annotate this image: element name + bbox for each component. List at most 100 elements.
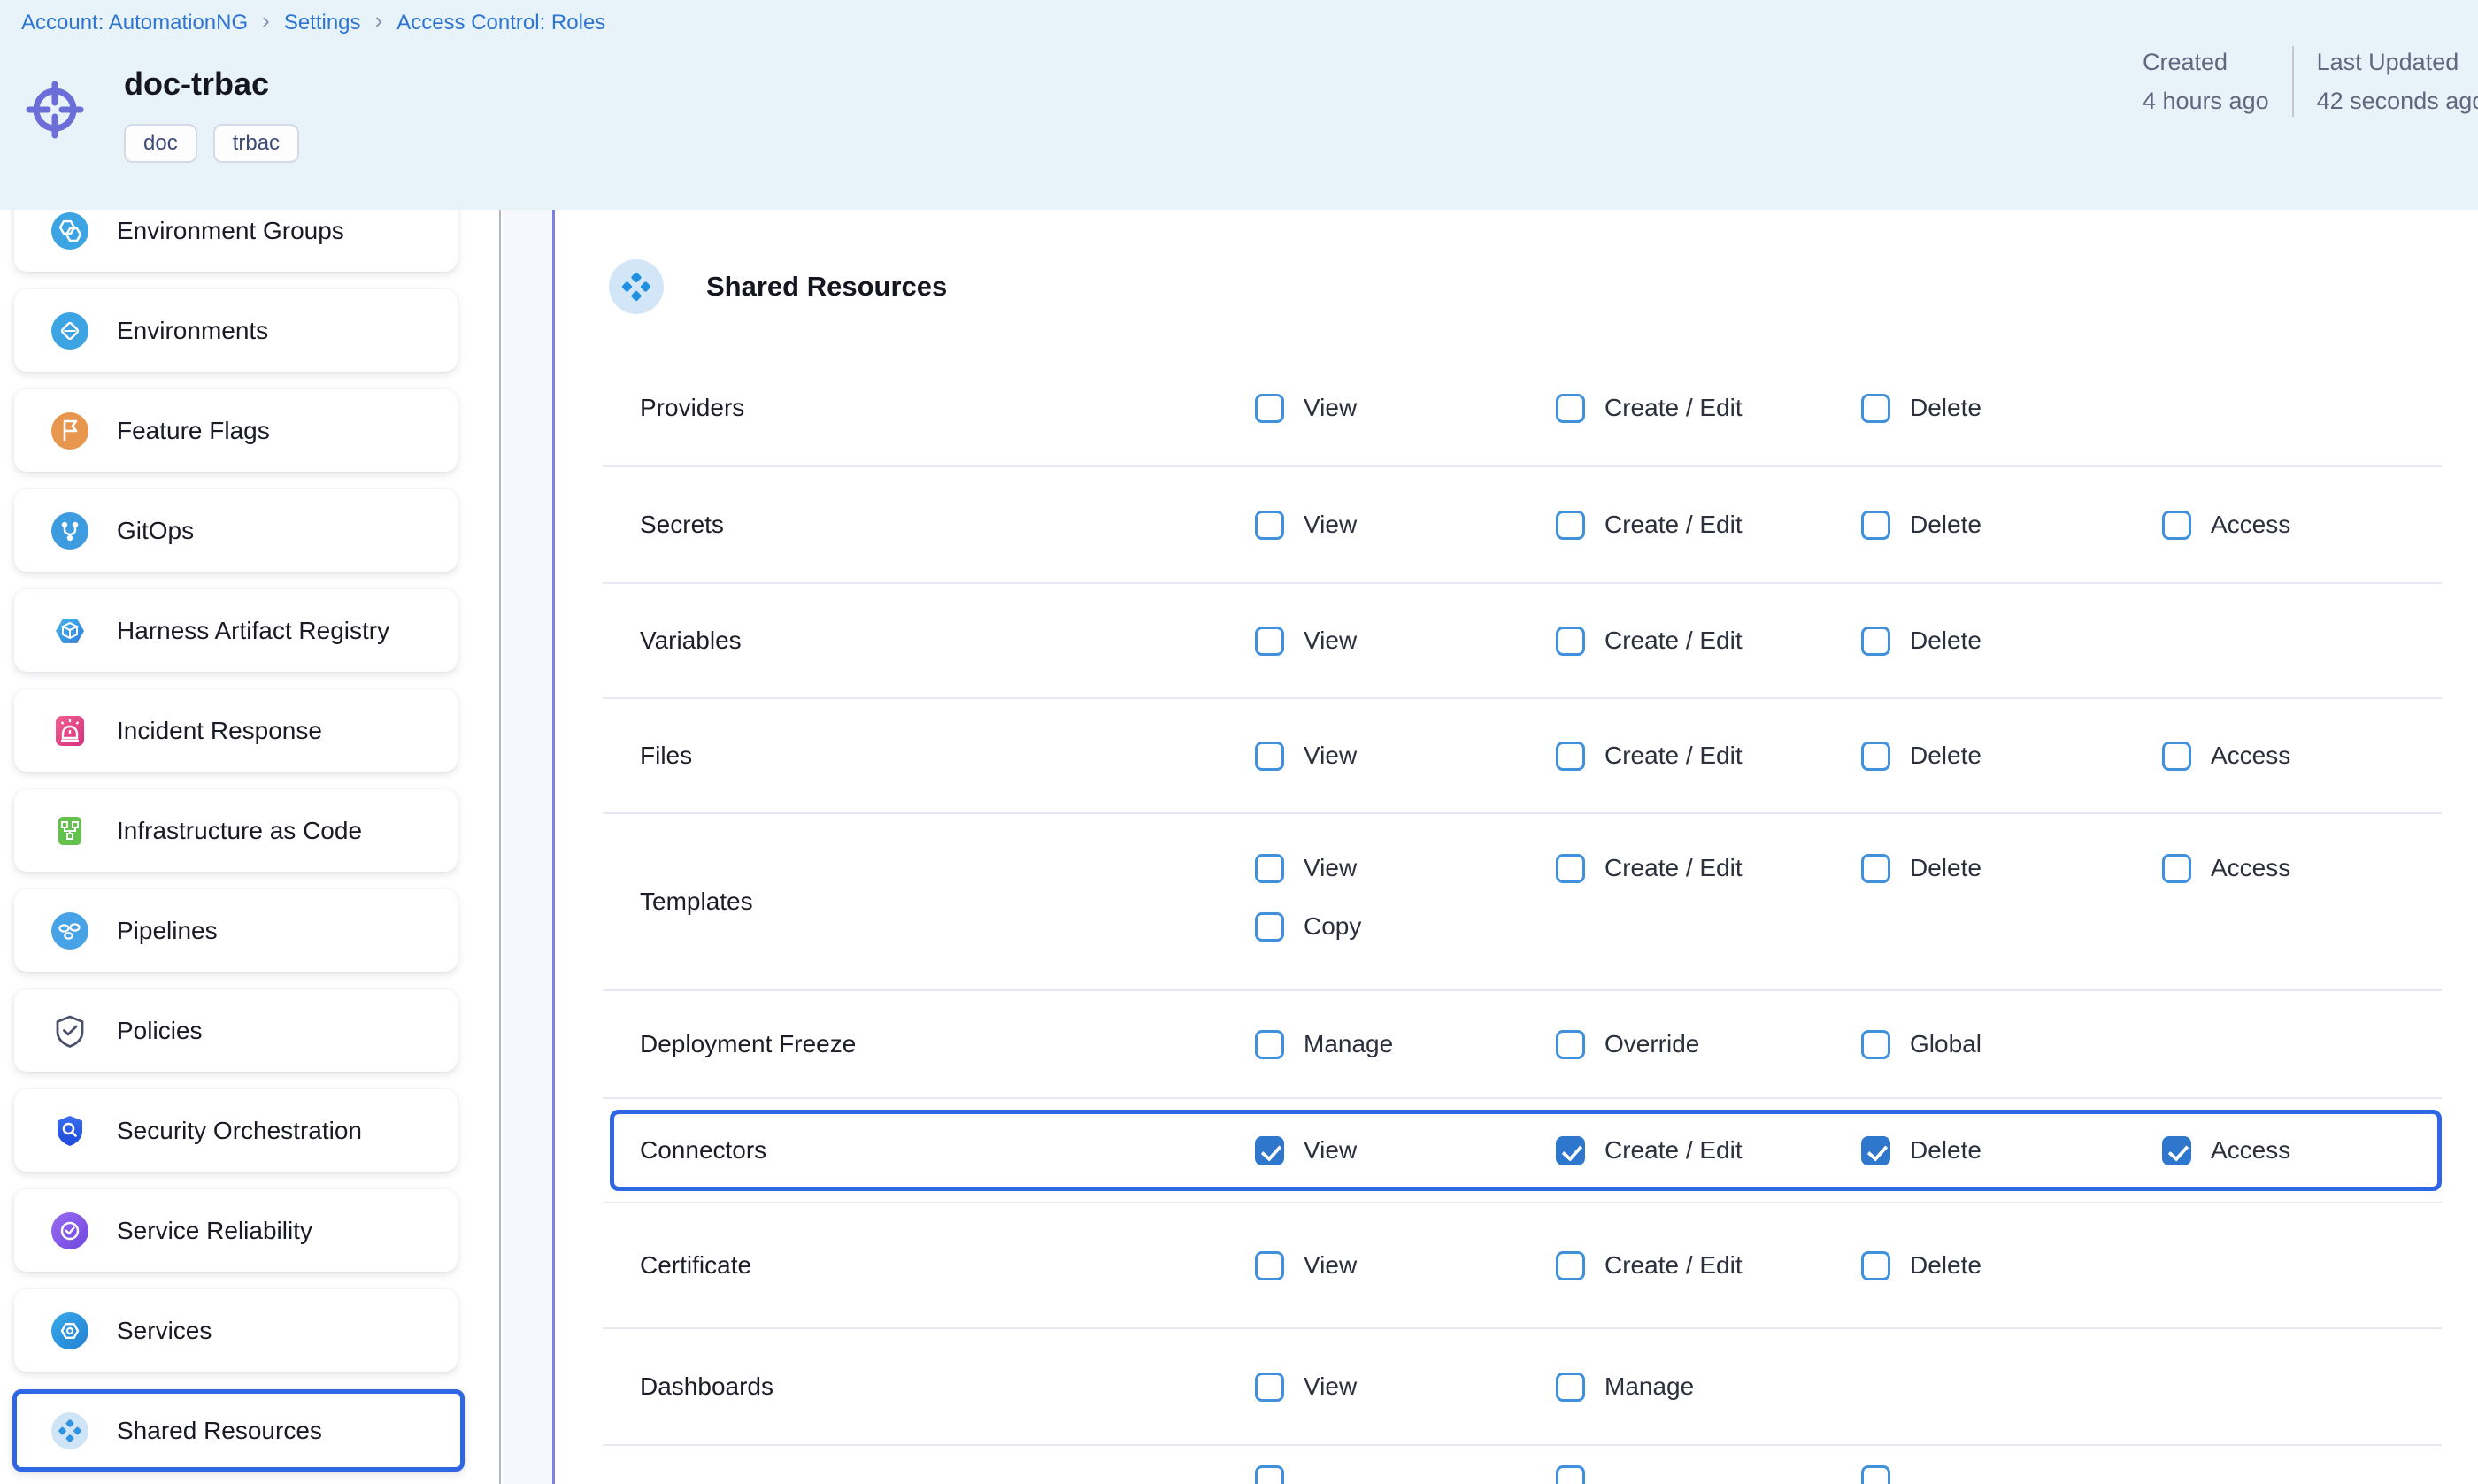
sidebar-item-label: Harness Artifact Registry bbox=[117, 617, 389, 645]
checkbox-deployment-freeze-manage[interactable]: Manage bbox=[1255, 991, 1393, 1097]
checkbox-icon bbox=[1861, 511, 1890, 540]
sidebar-item-environments[interactable]: Environments bbox=[14, 289, 458, 372]
sidebar-item-shared-resources[interactable]: Shared Resources bbox=[12, 1389, 465, 1472]
checkbox-files-view[interactable]: View bbox=[1255, 699, 1357, 812]
checkbox-icon bbox=[1255, 1373, 1284, 1402]
sidebar-item-label: Service Reliability bbox=[117, 1217, 312, 1245]
sidebar-item-incident-response[interactable]: Incident Response bbox=[14, 689, 458, 772]
checkbox-icon bbox=[1556, 394, 1585, 423]
checkbox-providers-delete[interactable]: Delete bbox=[1861, 350, 1982, 465]
artifact-registry-icon bbox=[50, 611, 90, 651]
sidebar-item-gitops[interactable]: GitOps bbox=[14, 489, 458, 572]
sidebar-item-pipelines[interactable]: Pipelines bbox=[14, 889, 458, 972]
checkbox-secrets-create-edit[interactable]: Create / Edit bbox=[1556, 467, 1743, 582]
breadcrumb-settings[interactable]: Settings bbox=[284, 11, 361, 35]
checkbox-connectors-access[interactable]: Access bbox=[2162, 1099, 2290, 1202]
checkbox-templates-view[interactable]: View bbox=[1255, 839, 1357, 897]
checkbox-connectors-delete[interactable]: Delete bbox=[1861, 1099, 1982, 1202]
checkbox-dashboards-view[interactable]: View bbox=[1255, 1329, 1357, 1444]
role-crosshair-icon bbox=[21, 76, 88, 143]
row-label: Variables bbox=[640, 627, 742, 655]
checkbox-providers-create-edit[interactable]: Create / Edit bbox=[1556, 350, 1743, 465]
checkbox-templates-copy[interactable]: Copy bbox=[1255, 897, 1361, 956]
checkbox-deployment-freeze-global[interactable]: Global bbox=[1861, 991, 1982, 1097]
sidebar-item-infrastructure-as-code[interactable]: Infrastructure as Code bbox=[14, 789, 458, 872]
checkbox-partial-2[interactable] bbox=[1556, 1465, 1585, 1484]
checkbox-icon bbox=[1861, 627, 1890, 656]
breadcrumb: Account: AutomationNG › Settings › Acces… bbox=[21, 9, 605, 36]
checkbox-icon bbox=[1861, 1251, 1890, 1280]
security-orchestration-icon bbox=[50, 1111, 90, 1151]
checkbox-partial-1[interactable] bbox=[1255, 1465, 1284, 1484]
checkbox-variables-create-edit[interactable]: Create / Edit bbox=[1556, 584, 1743, 697]
page-header: Account: AutomationNG › Settings › Acces… bbox=[0, 0, 2478, 210]
sidebar-item-services[interactable]: Services bbox=[14, 1289, 458, 1372]
permissions-table: Providers View Create / Edit Delete Secr… bbox=[603, 350, 2442, 1484]
checkbox-icon bbox=[1556, 742, 1585, 771]
checkbox-files-delete[interactable]: Delete bbox=[1861, 699, 1982, 812]
tag-doc: doc bbox=[124, 124, 197, 163]
sidebar-item-policies[interactable]: Policies bbox=[14, 989, 458, 1072]
sidebar-item-service-reliability[interactable]: Service Reliability bbox=[14, 1189, 458, 1272]
checkbox-connectors-view[interactable]: View bbox=[1255, 1099, 1357, 1202]
sidebar-item-environment-groups[interactable]: Environment Groups bbox=[14, 210, 458, 272]
sidebar-item-label: GitOps bbox=[117, 517, 194, 545]
created-meta: Created 4 hours ago bbox=[2143, 46, 2269, 117]
checkbox-dashboards-manage[interactable]: Manage bbox=[1556, 1329, 1694, 1444]
checkbox-deployment-freeze-override[interactable]: Override bbox=[1556, 991, 1699, 1097]
last-updated-label: Last Updated bbox=[2317, 46, 2478, 78]
checkbox-label: View bbox=[1304, 1251, 1357, 1280]
checkbox-icon bbox=[1556, 511, 1585, 540]
checkbox-files-access[interactable]: Access bbox=[2162, 699, 2290, 812]
checkbox-providers-view[interactable]: View bbox=[1255, 350, 1357, 465]
gitops-icon bbox=[50, 511, 90, 551]
table-row-connectors: Connectors View Create / Edit Delete Acc… bbox=[603, 1099, 2442, 1203]
checkbox-templates-access[interactable]: Access bbox=[2162, 839, 2290, 897]
sidebar-item-label: Shared Resources bbox=[117, 1417, 322, 1445]
incident-response-icon bbox=[50, 711, 90, 751]
sidebar-item-feature-flags[interactable]: Feature Flags bbox=[14, 389, 458, 472]
row-label: Templates bbox=[640, 888, 753, 916]
checkbox-label: Access bbox=[2211, 511, 2290, 539]
checkbox-label: Delete bbox=[1910, 394, 1982, 422]
sidebar-item-security-orchestration[interactable]: Security Orchestration bbox=[14, 1089, 458, 1172]
breadcrumb-account[interactable]: Account: AutomationNG bbox=[21, 11, 248, 35]
checkbox-files-create-edit[interactable]: Create / Edit bbox=[1556, 699, 1743, 812]
checkbox-icon bbox=[1861, 394, 1890, 423]
checkbox-certificate-view[interactable]: View bbox=[1255, 1203, 1357, 1327]
breadcrumb-access-control-roles[interactable]: Access Control: Roles bbox=[396, 11, 605, 35]
checkbox-label: Create / Edit bbox=[1605, 394, 1743, 422]
infrastructure-as-code-icon bbox=[50, 811, 90, 851]
checkbox-certificate-create-edit[interactable]: Create / Edit bbox=[1556, 1203, 1743, 1327]
table-row-providers: Providers View Create / Edit Delete bbox=[603, 350, 2442, 467]
table-row-files: Files View Create / Edit Delete Access bbox=[603, 699, 2442, 814]
checkbox-secrets-access[interactable]: Access bbox=[2162, 467, 2290, 582]
checkbox-secrets-delete[interactable]: Delete bbox=[1861, 467, 1982, 582]
checkbox-icon bbox=[1255, 1465, 1284, 1484]
checkbox-variables-delete[interactable]: Delete bbox=[1861, 584, 1982, 697]
sidebar-item-label: Environment Groups bbox=[117, 217, 344, 245]
row-label: Certificate bbox=[640, 1251, 751, 1280]
section-title: Shared Resources bbox=[706, 271, 947, 303]
checkbox-icon bbox=[1255, 627, 1284, 656]
checkbox-icon bbox=[1861, 1136, 1890, 1165]
checkbox-connectors-create-edit[interactable]: Create / Edit bbox=[1556, 1099, 1743, 1202]
sidebar-item-label: Incident Response bbox=[117, 717, 322, 745]
pipelines-icon bbox=[50, 911, 90, 951]
checkbox-icon bbox=[2162, 742, 2191, 771]
checkbox-label: Global bbox=[1910, 1030, 1982, 1058]
checkbox-label: Manage bbox=[1605, 1373, 1694, 1401]
checkbox-partial-3[interactable] bbox=[1861, 1465, 1890, 1484]
checkbox-templates-delete[interactable]: Delete bbox=[1861, 839, 1982, 897]
sidebar-item-harness-artifact-registry[interactable]: Harness Artifact Registry bbox=[14, 589, 458, 672]
tag-trbac: trbac bbox=[213, 124, 299, 163]
checkbox-variables-view[interactable]: View bbox=[1255, 584, 1357, 697]
checkbox-icon bbox=[1861, 1465, 1890, 1484]
checkbox-certificate-delete[interactable]: Delete bbox=[1861, 1203, 1982, 1327]
checkbox-icon bbox=[2162, 511, 2191, 540]
checkbox-label: Access bbox=[2211, 1136, 2290, 1165]
created-value: 4 hours ago bbox=[2143, 85, 2269, 117]
checkbox-templates-create-edit[interactable]: Create / Edit bbox=[1556, 839, 1743, 897]
checkbox-secrets-view[interactable]: View bbox=[1255, 467, 1357, 582]
checkbox-label: Access bbox=[2211, 742, 2290, 770]
